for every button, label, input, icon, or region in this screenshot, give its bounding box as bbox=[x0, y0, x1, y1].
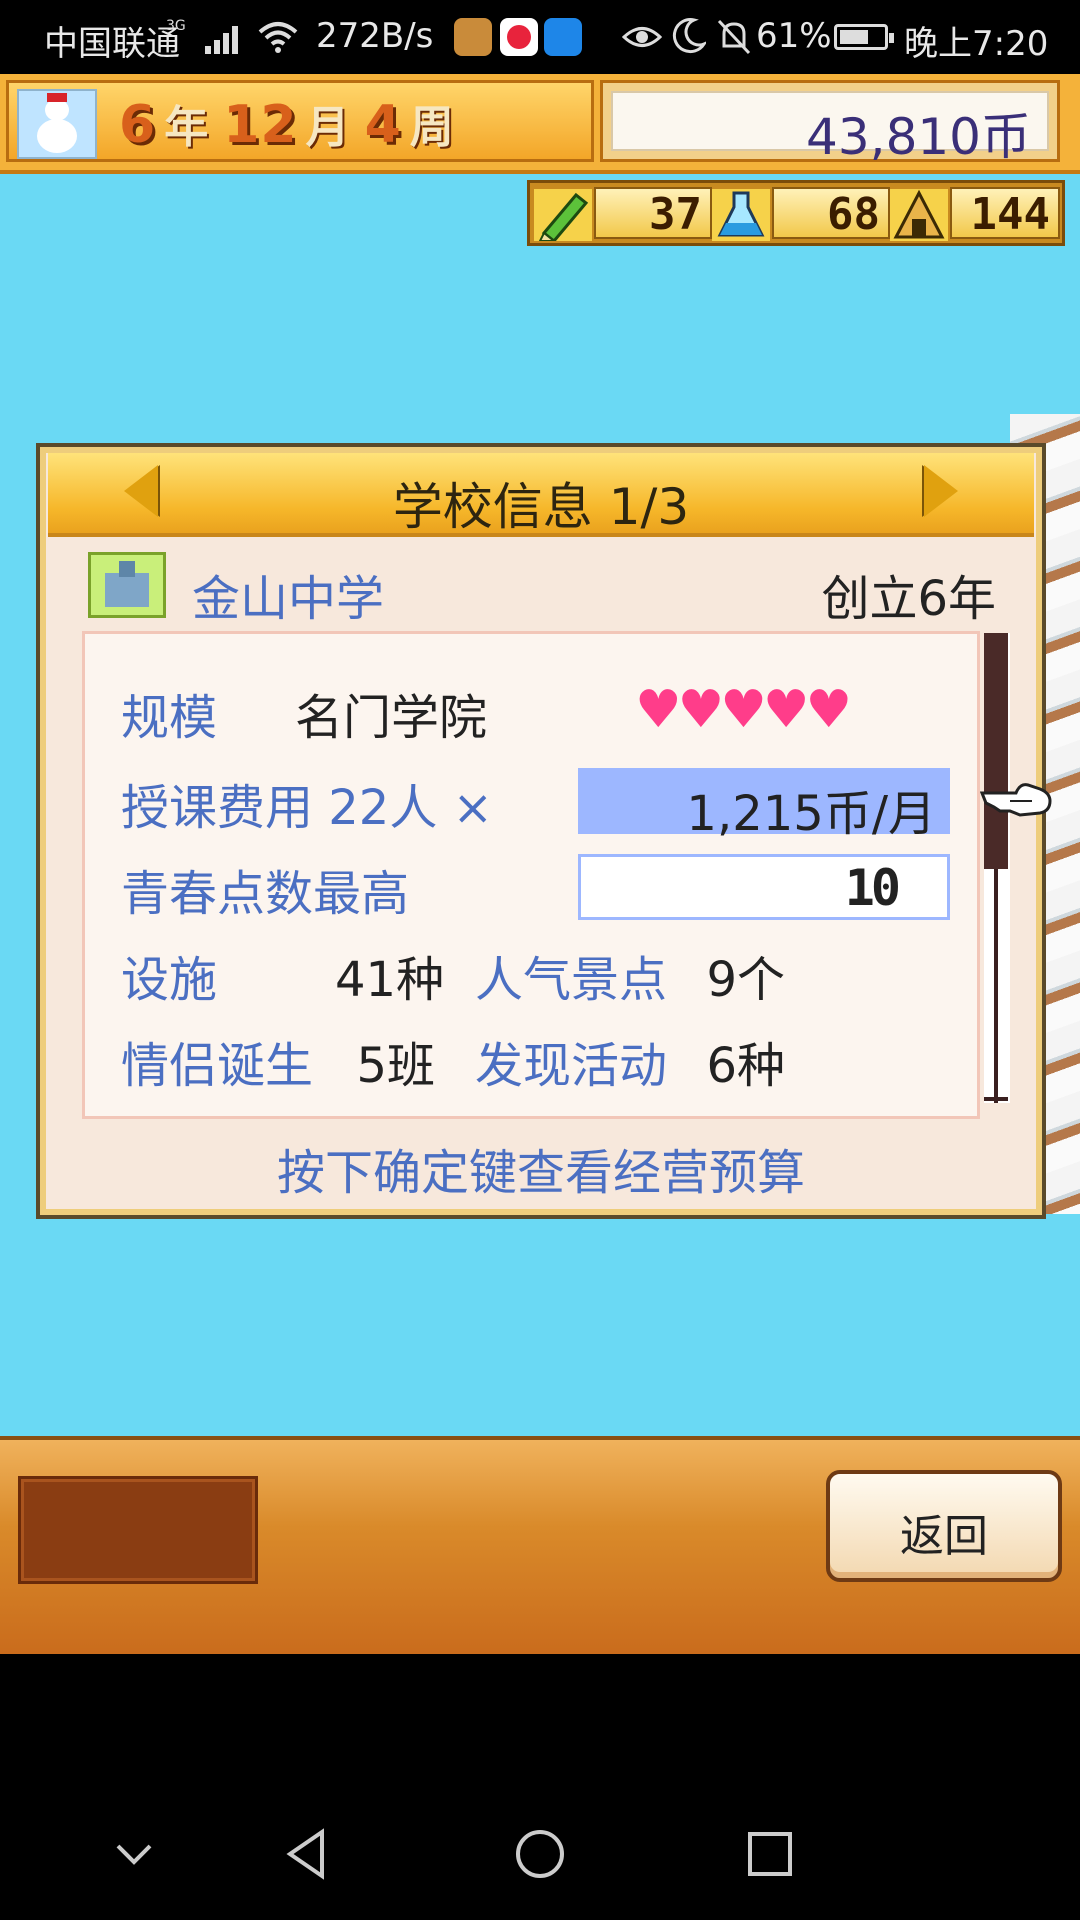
date-panel: 6 年 12 月 4 周 bbox=[6, 80, 594, 162]
scale-label: 规模 bbox=[121, 690, 218, 746]
info-scrollbar[interactable] bbox=[984, 633, 1010, 1103]
date-week: 4 bbox=[364, 95, 402, 155]
back-button-label: 返回 bbox=[900, 1511, 988, 1562]
app-game-icon bbox=[454, 18, 492, 56]
school-info-dialog: 学校信息 1/3 金山中学 创立6年 规模 名门学院 ♥♥♥♥♥ 授课费用 22… bbox=[36, 443, 1052, 1219]
next-page-arrow-icon[interactable] bbox=[924, 465, 958, 517]
youth-points-label: 青春点数最高 bbox=[121, 866, 410, 922]
date-year-unit: 年 bbox=[164, 102, 210, 153]
battery-icon bbox=[834, 24, 894, 50]
network-type: 3G bbox=[166, 18, 186, 34]
mute-bell-icon bbox=[717, 19, 751, 55]
scrollbar-thumb[interactable] bbox=[984, 633, 1008, 869]
date-month-unit: 月 bbox=[305, 102, 351, 153]
activities-value: 6种 bbox=[706, 1038, 785, 1094]
clock: 晚上7:20 bbox=[904, 24, 1049, 64]
game-date: 6 年 12 月 4 周 bbox=[119, 91, 469, 155]
chevron-down-icon[interactable] bbox=[104, 1824, 164, 1884]
empty-command-slot bbox=[18, 1476, 258, 1584]
signal-icon bbox=[205, 22, 243, 54]
battery-percent: 61% bbox=[756, 16, 832, 56]
money-panel: 43,810币 bbox=[600, 80, 1060, 166]
school-name: 金山中学 bbox=[192, 571, 385, 627]
couples-value: 5班 bbox=[356, 1038, 435, 1094]
hand-pointer-icon bbox=[980, 783, 1052, 817]
founded-years: 创立6年 bbox=[821, 571, 996, 627]
network-speed: 272B/s bbox=[316, 16, 434, 56]
eye-icon bbox=[622, 27, 662, 47]
facilities-value: 41种 bbox=[335, 952, 445, 1008]
home-circle-icon[interactable] bbox=[510, 1824, 570, 1884]
stat-culture: 144 bbox=[950, 187, 1060, 240]
tuition-label: 授课费用 22人 × bbox=[121, 780, 493, 836]
bottom-command-bar: 返回 bbox=[0, 1436, 1080, 1658]
money-value: 43,810币 bbox=[806, 108, 1031, 166]
pencil-icon bbox=[534, 189, 592, 241]
hotspot-app-icon bbox=[544, 18, 582, 56]
youth-points-value: 10 bbox=[844, 859, 901, 917]
date-year: 6 bbox=[119, 95, 157, 155]
status-bar: 中国联通 3G 272B/s 61% 晚上7:20 bbox=[0, 0, 1080, 74]
activities-label: 发现活动 bbox=[475, 1038, 668, 1094]
scale-value: 名门学院 bbox=[295, 690, 488, 746]
resource-stats-bar: 37 68 144 bbox=[527, 180, 1065, 246]
wifi-icon bbox=[258, 22, 298, 53]
carrier-name: 中国联通 bbox=[44, 24, 180, 64]
stat-study: 37 bbox=[594, 187, 712, 240]
couples-label: 情侣诞生 bbox=[121, 1038, 314, 1094]
snowman-season-icon bbox=[17, 89, 97, 159]
app-notification-icon bbox=[500, 18, 538, 56]
stat-science-value: 68 bbox=[827, 189, 880, 240]
dialog-header: 学校信息 1/3 bbox=[48, 453, 1034, 537]
popular-spots-value: 9个 bbox=[706, 952, 785, 1008]
date-month: 12 bbox=[223, 95, 298, 155]
back-button[interactable]: 返回 bbox=[826, 1470, 1062, 1582]
back-triangle-icon[interactable] bbox=[278, 1824, 338, 1884]
recents-square-icon[interactable] bbox=[740, 1824, 800, 1884]
stat-culture-value: 144 bbox=[970, 189, 1050, 240]
stat-study-value: 37 bbox=[649, 189, 702, 240]
date-week-unit: 周 bbox=[409, 102, 455, 153]
tuition-value: 1,215币/月 bbox=[686, 786, 936, 842]
dialog-title: 学校信息 1/3 bbox=[392, 478, 690, 536]
budget-hint: 按下确定键查看经营预算 bbox=[276, 1145, 805, 1201]
stat-science: 68 bbox=[772, 187, 890, 240]
game-top-hud: 6 年 12 月 4 周 43,810币 bbox=[0, 74, 1080, 174]
pyramid-icon bbox=[890, 189, 948, 241]
tuition-value-field[interactable]: 1,215币/月 bbox=[578, 768, 950, 842]
flask-icon bbox=[712, 189, 770, 241]
reputation-hearts: ♥♥♥♥♥ bbox=[635, 680, 852, 740]
facilities-label: 设施 bbox=[121, 952, 218, 1008]
youth-points-field[interactable]: 10 bbox=[578, 854, 950, 920]
moon-icon bbox=[672, 18, 706, 54]
school-building-icon bbox=[88, 552, 166, 618]
popular-spots-label: 人气景点 bbox=[475, 952, 668, 1008]
school-info-list: 规模 名门学院 ♥♥♥♥♥ 授课费用 22人 × 1,215币/月 青春点数最高… bbox=[82, 631, 980, 1119]
